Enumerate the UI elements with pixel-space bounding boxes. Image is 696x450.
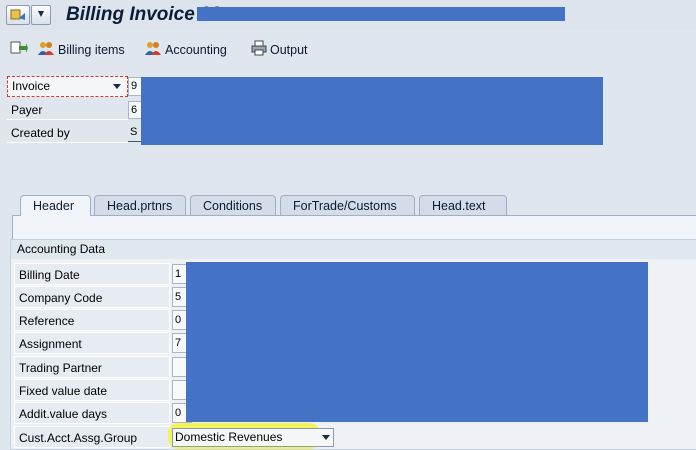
addit-value-days-value: 0 [175, 407, 182, 419]
created-by-field: S [128, 124, 142, 142]
output-button[interactable]: Output [251, 40, 308, 59]
tab-foreign-trade[interactable]: ForTrade/Customs [280, 195, 415, 215]
tab-conditions[interactable]: Conditions [190, 195, 276, 215]
chevron-down-icon [322, 435, 330, 440]
company-code-label: Company Code [14, 286, 170, 308]
people-icon [144, 40, 162, 59]
menu-dropdown-icon[interactable] [31, 5, 51, 25]
reference-value: 0 [175, 314, 182, 326]
group-title: Accounting Data [11, 240, 696, 259]
cust-acct-assg-group-value: Domestic Revenues [175, 430, 283, 444]
trading-partner-label: Trading Partner [14, 356, 170, 378]
payer-label: Payer [7, 100, 128, 120]
people-icon [37, 40, 55, 59]
document-type-select[interactable]: Invoice [7, 76, 128, 97]
assignment-value: 7 [175, 337, 182, 349]
tab-header[interactable]: Header [20, 195, 91, 216]
application-toolbar: Billing items Accounting Output [0, 31, 696, 65]
cust-acct-assg-group-label: Cust.Acct.Assg.Group [14, 426, 170, 448]
printer-icon [251, 40, 267, 59]
company-code-value: 5 [175, 291, 182, 303]
document-number-value: 9 [131, 80, 138, 92]
addit-value-days-label: Addit.value days [14, 402, 170, 424]
billing-date-label: Billing Date [14, 263, 170, 285]
document-type-value: Invoice [12, 79, 51, 93]
assignment-label: Assignment [14, 332, 170, 354]
chevron-down-icon [113, 84, 121, 89]
billing-items-label: Billing items [58, 42, 125, 57]
tab-conditions-label: Conditions [203, 199, 263, 213]
created-by-value: S [130, 126, 138, 138]
payer-value: 6 [131, 104, 138, 116]
redaction-bar [141, 77, 603, 145]
redaction-bar [197, 7, 565, 21]
fixed-value-date-label: Fixed value date [14, 379, 170, 401]
display-document-flow-icon[interactable] [10, 40, 28, 59]
cust-acct-assg-group-select[interactable]: Domestic Revenues [172, 428, 334, 447]
reference-label: Reference [14, 309, 170, 331]
tab-header-label: Header [33, 199, 74, 213]
accounting-button[interactable]: Accounting [144, 40, 227, 59]
tab-head-text-label: Head.text [432, 199, 486, 213]
billing-date-value: 1 [175, 268, 182, 280]
tab-head-text[interactable]: Head.text [419, 195, 507, 215]
system-menu-icon[interactable] [6, 5, 30, 25]
created-by-label: Created by [7, 123, 128, 143]
tab-head-partners[interactable]: Head.prtnrs [94, 195, 186, 215]
tab-head-partners-label: Head.prtnrs [107, 199, 173, 213]
redaction-bar [186, 262, 648, 422]
tab-foreign-trade-label: ForTrade/Customs [293, 199, 397, 213]
accounting-label: Accounting [165, 42, 227, 57]
payer-field: 6 [128, 101, 142, 119]
output-label: Output [270, 42, 308, 57]
billing-items-button[interactable]: Billing items [37, 40, 125, 59]
